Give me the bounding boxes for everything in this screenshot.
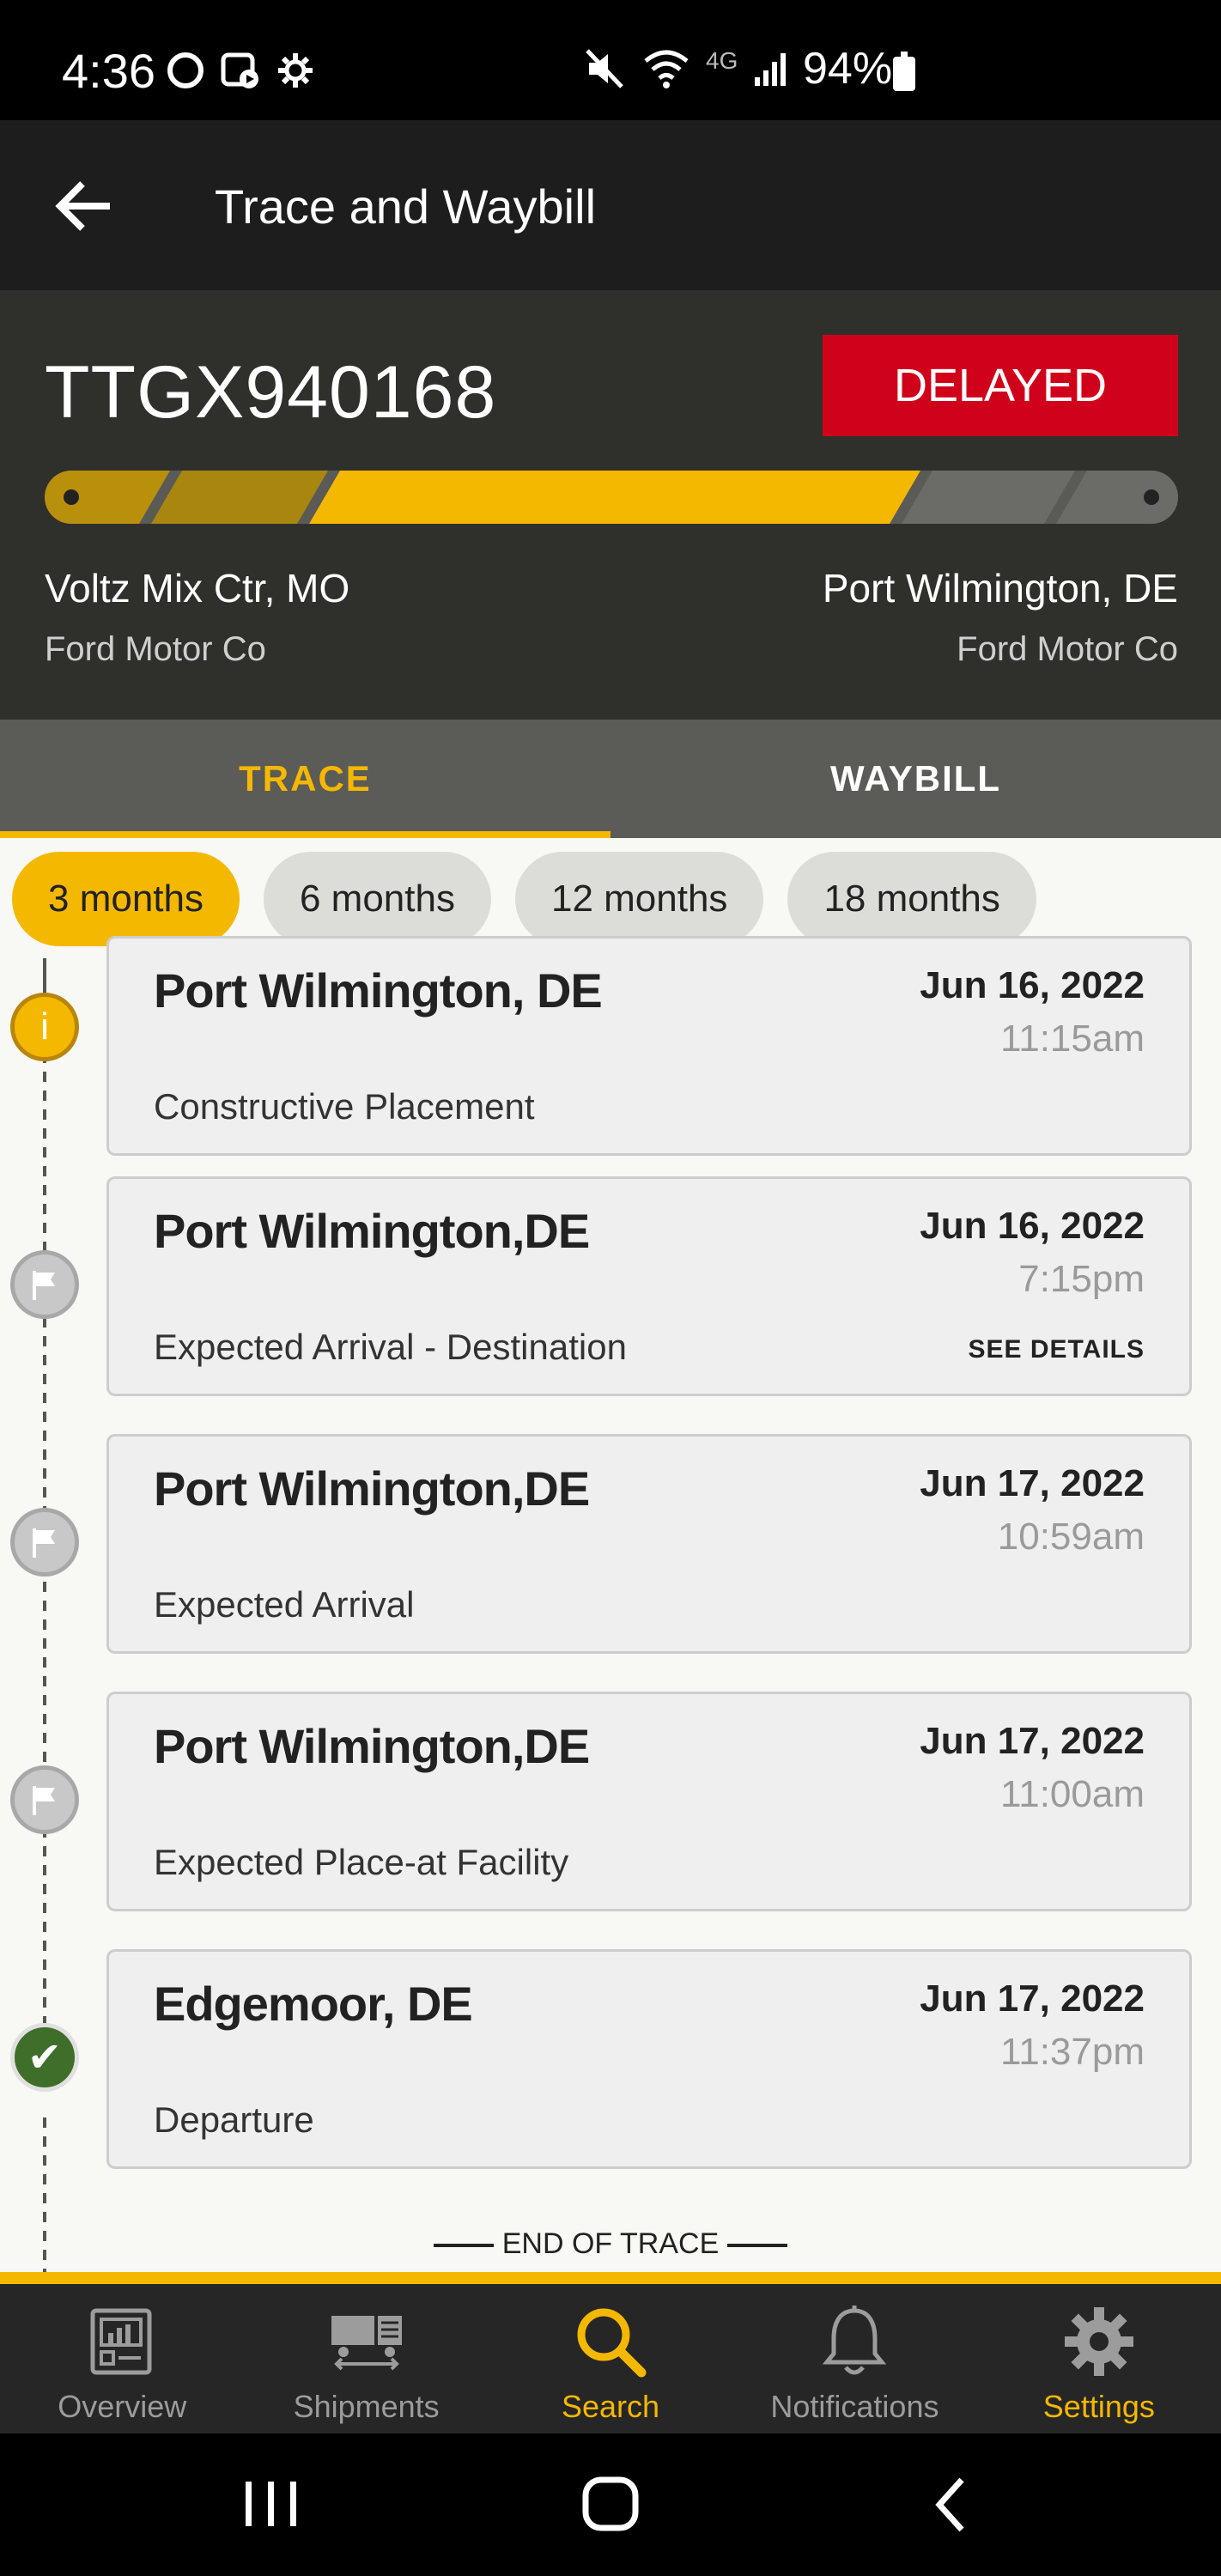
event-location: Edgemoor, DE — [154, 1977, 473, 2031]
battery-percent: 94% — [803, 44, 893, 94]
wifi-icon — [644, 50, 689, 88]
origin-city: Voltz Mix Ctr, MO — [45, 566, 350, 611]
origin-company: Ford Motor Co — [45, 630, 266, 668]
trace-event-card[interactable]: Port Wilmington,DE Jun 17, 2022 11:00am … — [106, 1692, 1192, 1911]
status-time: 4:36 — [62, 44, 155, 98]
chevron-left-icon — [935, 2477, 964, 2532]
event-date: Jun 17, 2022 — [920, 1720, 1145, 1762]
event-date: Jun 16, 2022 — [920, 1205, 1145, 1247]
gear-icon — [1060, 2303, 1138, 2380]
status-right-icons: 4G — [584, 47, 787, 90]
nav-shipments[interactable]: Shipments — [244, 2284, 488, 2433]
event-time: 10:59am — [997, 1516, 1145, 1558]
info-icon: i — [10, 993, 79, 1061]
nav-notifications[interactable]: Notifications — [732, 2284, 976, 2433]
nav-label: Notifications — [770, 2389, 939, 2424]
filter-12-months[interactable]: 12 months — [514, 852, 764, 946]
event-location: Port Wilmington,DE — [154, 1719, 590, 1773]
arrow-left-icon — [55, 181, 110, 231]
system-navigation-bar — [0, 2433, 1221, 2576]
flag-icon — [10, 1508, 79, 1577]
event-description: Expected Arrival — [154, 1584, 415, 1625]
battery-icon — [893, 52, 915, 91]
tab-bar: TRACE WAYBILL — [0, 720, 1221, 838]
filter-3-months[interactable]: 3 months — [12, 852, 240, 946]
event-time: 11:15am — [1000, 1018, 1145, 1060]
home-icon — [582, 2476, 639, 2531]
period-filter: 3 months 6 months 12 months 18 months — [12, 852, 1036, 946]
nav-label: Search — [561, 2389, 660, 2424]
trace-event-card[interactable]: Port Wilmington, DE Jun 16, 2022 11:15am… — [106, 936, 1192, 1156]
trace-event-card[interactable]: Port Wilmington,DE Jun 16, 2022 7:15pm E… — [106, 1176, 1192, 1396]
status-bar: 4:36 4G 94% — [0, 0, 1221, 120]
nav-label: Overview — [58, 2389, 187, 2424]
trace-content: 3 months 6 months 12 months 18 months Po… — [0, 838, 1221, 2272]
event-date: Jun 17, 2022 — [920, 1462, 1145, 1504]
event-time: 7:15pm — [1018, 1258, 1145, 1300]
tab-waybill[interactable]: WAYBILL — [610, 720, 1221, 838]
event-location: Port Wilmington,DE — [154, 1461, 590, 1516]
circle-status-icon — [167, 52, 204, 88]
app-header: Trace and Waybill — [0, 120, 1221, 290]
destination-company: Ford Motor Co — [957, 630, 1178, 668]
network-type: 4G — [706, 47, 738, 74]
trace-timeline[interactable]: Port Wilmington, DE Jun 16, 2022 11:15am… — [0, 936, 1221, 2272]
gear-small-icon — [278, 53, 313, 88]
bottom-navigation: Overview Shipments Search Notifications … — [0, 2272, 1221, 2433]
event-location: Port Wilmington,DE — [154, 1204, 590, 1258]
end-of-trace: END OF TRACE — [0, 2227, 1221, 2261]
flag-icon — [10, 1765, 79, 1834]
end-of-trace-label: END OF TRACE — [501, 2227, 720, 2260]
destination-city: Port Wilmington, DE — [822, 566, 1178, 611]
event-description: Departure — [154, 2099, 314, 2140]
trace-event-card[interactable]: Edgemoor, DE Jun 17, 2022 11:37pm Depart… — [106, 1949, 1192, 2169]
trace-event-card[interactable]: Port Wilmington,DE Jun 17, 2022 10:59am … — [106, 1434, 1192, 1654]
page-title: Trace and Waybill — [215, 179, 597, 234]
car-id: TTGX940168 — [45, 351, 497, 434]
event-time: 11:00am — [1000, 1773, 1145, 1815]
filter-6-months[interactable]: 6 months — [263, 852, 491, 946]
nav-search[interactable]: Search — [489, 2284, 732, 2433]
nav-settings[interactable]: Settings — [977, 2284, 1221, 2433]
event-date: Jun 17, 2022 — [920, 1978, 1145, 2020]
overview-icon — [83, 2303, 161, 2380]
event-location: Port Wilmington, DE — [154, 963, 603, 1018]
event-description: Constructive Placement — [154, 1086, 535, 1127]
flag-icon — [10, 1250, 79, 1319]
event-time: 11:37pm — [1000, 2031, 1145, 2073]
event-description: Expected Place-at Facility — [154, 1842, 569, 1882]
shipment-summary: TTGX940168 DELAYED Voltz Mix Ctr, MO For… — [0, 290, 1221, 720]
mute-icon — [586, 49, 623, 88]
recent-apps-button[interactable] — [237, 2475, 306, 2535]
see-details-link[interactable]: SEE DETAILS — [969, 1335, 1145, 1364]
status-left-icons — [165, 50, 316, 91]
system-back-button[interactable] — [919, 2475, 987, 2535]
shipments-icon — [328, 2303, 405, 2380]
signal-icon — [755, 53, 787, 86]
home-button[interactable] — [577, 2475, 646, 2535]
route-progress-bar — [45, 471, 1178, 524]
recent-apps-icon — [246, 2482, 296, 2526]
event-date: Jun 16, 2022 — [920, 964, 1145, 1006]
nav-overview[interactable]: Overview — [0, 2284, 244, 2433]
back-button[interactable] — [52, 172, 120, 240]
bell-icon — [816, 2303, 893, 2380]
nav-label: Shipments — [293, 2389, 440, 2424]
status-badge: DELAYED — [823, 335, 1178, 436]
event-description: Expected Arrival - Destination — [154, 1327, 627, 1367]
tab-trace[interactable]: TRACE — [0, 720, 610, 838]
search-icon — [572, 2303, 649, 2380]
filter-18-months[interactable]: 18 months — [787, 852, 1036, 946]
screen-record-icon — [221, 52, 258, 88]
check-icon: ✔ — [10, 2023, 79, 2092]
nav-label: Settings — [1042, 2389, 1155, 2424]
